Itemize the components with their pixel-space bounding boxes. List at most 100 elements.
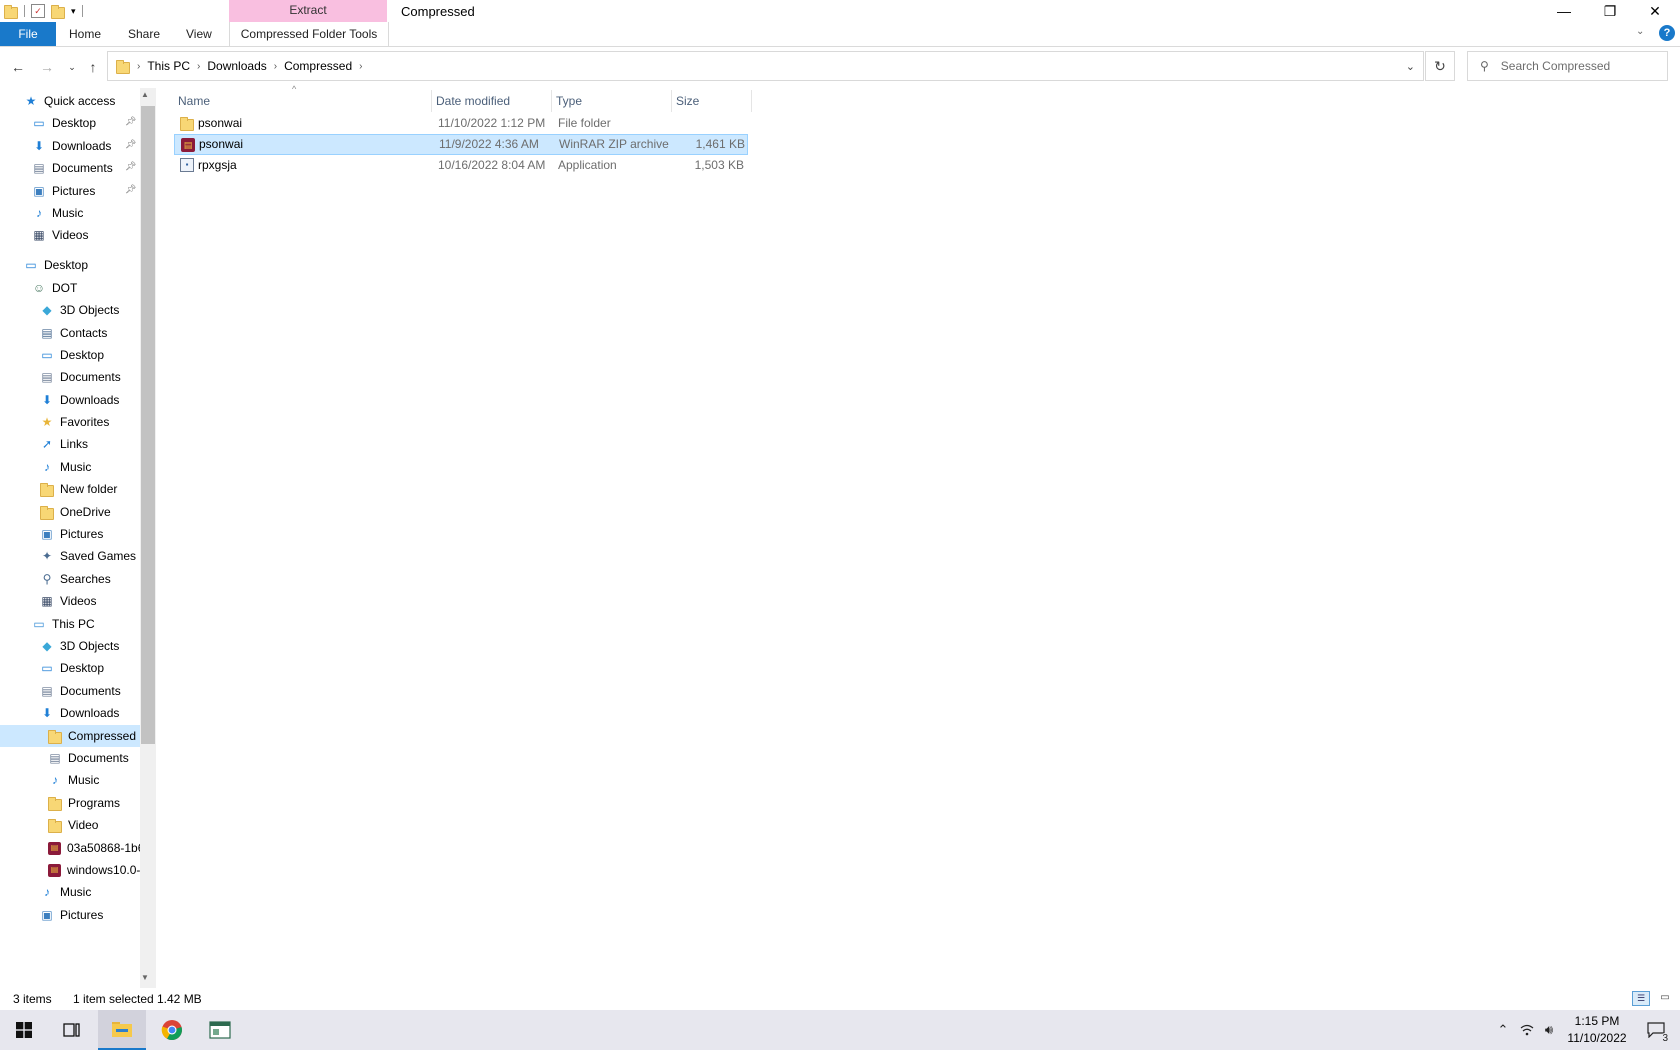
- chevron-right-icon[interactable]: ›: [356, 61, 365, 72]
- column-header-size[interactable]: Size: [672, 90, 752, 112]
- nav-item-desktop[interactable]: ▭ Desktop: [32, 112, 96, 134]
- nav-item-pictures[interactable]: ▣ Pictures: [32, 180, 95, 202]
- restore-button[interactable]: ❐: [1587, 0, 1633, 22]
- nav-item-desktop[interactable]: ▭ Desktop: [40, 344, 104, 366]
- expand-ribbon-icon[interactable]: ⌄: [1636, 26, 1644, 37]
- tab-home[interactable]: Home: [59, 22, 111, 46]
- search-box[interactable]: ⚲: [1467, 51, 1668, 81]
- nav-item-searches[interactable]: ⚲ Searches: [40, 568, 111, 590]
- tab-file[interactable]: File: [0, 22, 56, 46]
- recent-locations-icon[interactable]: ⌄: [62, 57, 82, 77]
- desktop-icon: ▭: [41, 661, 53, 675]
- nav-item-links[interactable]: ➚ Links: [40, 433, 88, 455]
- file-row[interactable]: psonwai 11/10/2022 1:12 PM File folder: [174, 113, 748, 134]
- pin-icon[interactable]: 📌︎: [125, 184, 136, 195]
- up-arrow-icon[interactable]: ↑: [83, 57, 103, 77]
- file-row[interactable]: ▤ psonwai 11/9/2022 4:36 AM WinRAR ZIP arch…: [174, 134, 748, 155]
- breadcrumb-this-pc[interactable]: This PC: [143, 59, 194, 73]
- nav-item-music[interactable]: ♪ Music: [40, 456, 91, 478]
- nav-item-quick-access[interactable]: ★ Quick access: [24, 90, 116, 112]
- file-name: psonwai: [198, 116, 243, 130]
- nav-item-music[interactable]: ♪ Music: [48, 769, 99, 791]
- chevron-right-icon[interactable]: ›: [271, 61, 280, 72]
- customize-qat-icon[interactable]: ▾: [71, 6, 76, 17]
- breadcrumb-compressed[interactable]: Compressed: [280, 59, 356, 73]
- nav-item-documents[interactable]: ▤ Documents: [32, 157, 112, 179]
- tab-compressed-folder-tools[interactable]: Compressed Folder Tools: [229, 22, 389, 46]
- pin-icon[interactable]: 📌︎: [125, 116, 136, 127]
- new-folder-icon[interactable]: [51, 4, 65, 19]
- show-hidden-icons-chevron-up-icon[interactable]: ⌃: [1492, 1010, 1514, 1050]
- nav-item-documents[interactable]: ▤ Documents: [40, 366, 120, 388]
- nav-item-this-pc[interactable]: ▭ This PC: [32, 613, 94, 635]
- file-explorer-taskbar-button[interactable]: [98, 1010, 146, 1050]
- back-arrow-icon[interactable]: ←: [8, 57, 28, 77]
- large-icons-view-icon[interactable]: ▭: [1656, 991, 1674, 1006]
- volume-icon[interactable]: 🔊︎: [1538, 1010, 1560, 1050]
- start-button[interactable]: [0, 1010, 48, 1050]
- search-input[interactable]: [1498, 58, 1663, 74]
- network-icon[interactable]: [1516, 1010, 1538, 1050]
- refresh-icon[interactable]: ↻: [1425, 51, 1455, 81]
- help-icon[interactable]: ?: [1659, 25, 1675, 41]
- nav-item-music[interactable]: ♪ Music: [32, 202, 83, 224]
- nav-item-saved-games[interactable]: ✦ Saved Games: [40, 545, 136, 567]
- nav-item-desktop[interactable]: ▭ Desktop: [40, 657, 104, 679]
- breadcrumb-downloads[interactable]: Downloads: [203, 59, 270, 73]
- nav-item-favorites[interactable]: ★ Favorites: [40, 411, 110, 433]
- nav-scrollbar-thumb[interactable]: [141, 106, 155, 744]
- downloads-icon: ⬇: [33, 139, 45, 153]
- nav-item-onedrive[interactable]: OneDrive: [40, 501, 111, 523]
- chrome-taskbar-button[interactable]: [148, 1010, 196, 1050]
- nav-item-03a50868-1b6[interactable]: ▤ 03a50868-1b6: [48, 837, 144, 859]
- nav-item-pictures[interactable]: ▣ Pictures: [40, 523, 103, 545]
- nav-item-3d-objects[interactable]: ◆ 3D Objects: [40, 299, 119, 321]
- address-history-chevron-down-icon[interactable]: ⌄: [1406, 60, 1415, 73]
- pin-icon[interactable]: 📌︎: [125, 139, 136, 150]
- nav-item-downloads[interactable]: ⬇ Downloads: [32, 135, 111, 157]
- chevron-right-icon[interactable]: ›: [194, 61, 203, 72]
- scroll-down-icon[interactable]: ▼: [141, 973, 149, 982]
- nav-item-downloads[interactable]: ⬇ Downloads: [40, 389, 119, 411]
- minimize-button[interactable]: —: [1541, 0, 1587, 22]
- nav-item-desktop[interactable]: ▭ Desktop: [24, 254, 88, 276]
- properties-icon[interactable]: ✓: [31, 4, 45, 18]
- nav-item-3d-objects[interactable]: ◆ 3D Objects: [40, 635, 119, 657]
- nav-item-videos[interactable]: ▦ Videos: [32, 224, 88, 246]
- nav-item-windows10-0[interactable]: ▤ windows10.0-: [48, 859, 140, 881]
- tab-view[interactable]: View: [176, 22, 222, 46]
- tab-share[interactable]: Share: [118, 22, 170, 46]
- column-header-date[interactable]: Date modified: [432, 90, 552, 112]
- column-header-type[interactable]: Type: [552, 90, 672, 112]
- file-row[interactable]: ▪ rpxgsja 10/16/2022 8:04 AM Application 1,5…: [174, 155, 748, 176]
- nav-item-video[interactable]: Video: [48, 814, 98, 836]
- pin-icon[interactable]: 📌︎: [125, 161, 136, 172]
- nav-item-documents[interactable]: ▤ Documents: [40, 680, 120, 702]
- chevron-right-icon[interactable]: ›: [134, 61, 143, 72]
- nav-item-contacts[interactable]: ▤ Contacts: [40, 322, 107, 344]
- forward-arrow-icon[interactable]: →: [37, 57, 57, 77]
- nav-item-dot[interactable]: ☺ DOT: [32, 277, 77, 299]
- nav-item-documents[interactable]: ▤ Documents: [48, 747, 128, 769]
- nav-item-videos[interactable]: ▦ Videos: [40, 590, 96, 612]
- downloads-icon: ⬇: [41, 393, 53, 407]
- nav-item-pictures[interactable]: ▣ Pictures: [40, 904, 103, 926]
- column-header-name[interactable]: Name: [174, 90, 432, 112]
- folder-icon: [116, 59, 130, 74]
- task-view-button[interactable]: [48, 1010, 96, 1050]
- nav-item-label: Pictures: [60, 908, 104, 922]
- folder-shape: [48, 729, 62, 744]
- taskbar-clock[interactable]: 1:15 PM 11/10/2022: [1560, 1013, 1634, 1047]
- nav-item-compressed[interactable]: Compressed: [0, 725, 140, 747]
- address-bar[interactable]: › This PC › Downloads › Compressed › ⌄: [107, 51, 1424, 81]
- nav-item-programs[interactable]: Programs: [48, 792, 120, 814]
- details-view-icon[interactable]: ☰: [1632, 991, 1650, 1006]
- nav-item-new-folder[interactable]: New folder: [40, 478, 117, 500]
- file-size: 1,461 KB: [695, 137, 745, 151]
- nav-item-downloads[interactable]: ⬇ Downloads: [40, 702, 119, 724]
- app-taskbar-button[interactable]: [196, 1010, 244, 1050]
- nav-item-music[interactable]: ♪ Music: [40, 881, 91, 903]
- close-button[interactable]: ✕: [1632, 0, 1678, 22]
- scroll-up-icon[interactable]: ▲: [141, 90, 149, 99]
- action-center-button[interactable]: 3: [1638, 1010, 1674, 1050]
